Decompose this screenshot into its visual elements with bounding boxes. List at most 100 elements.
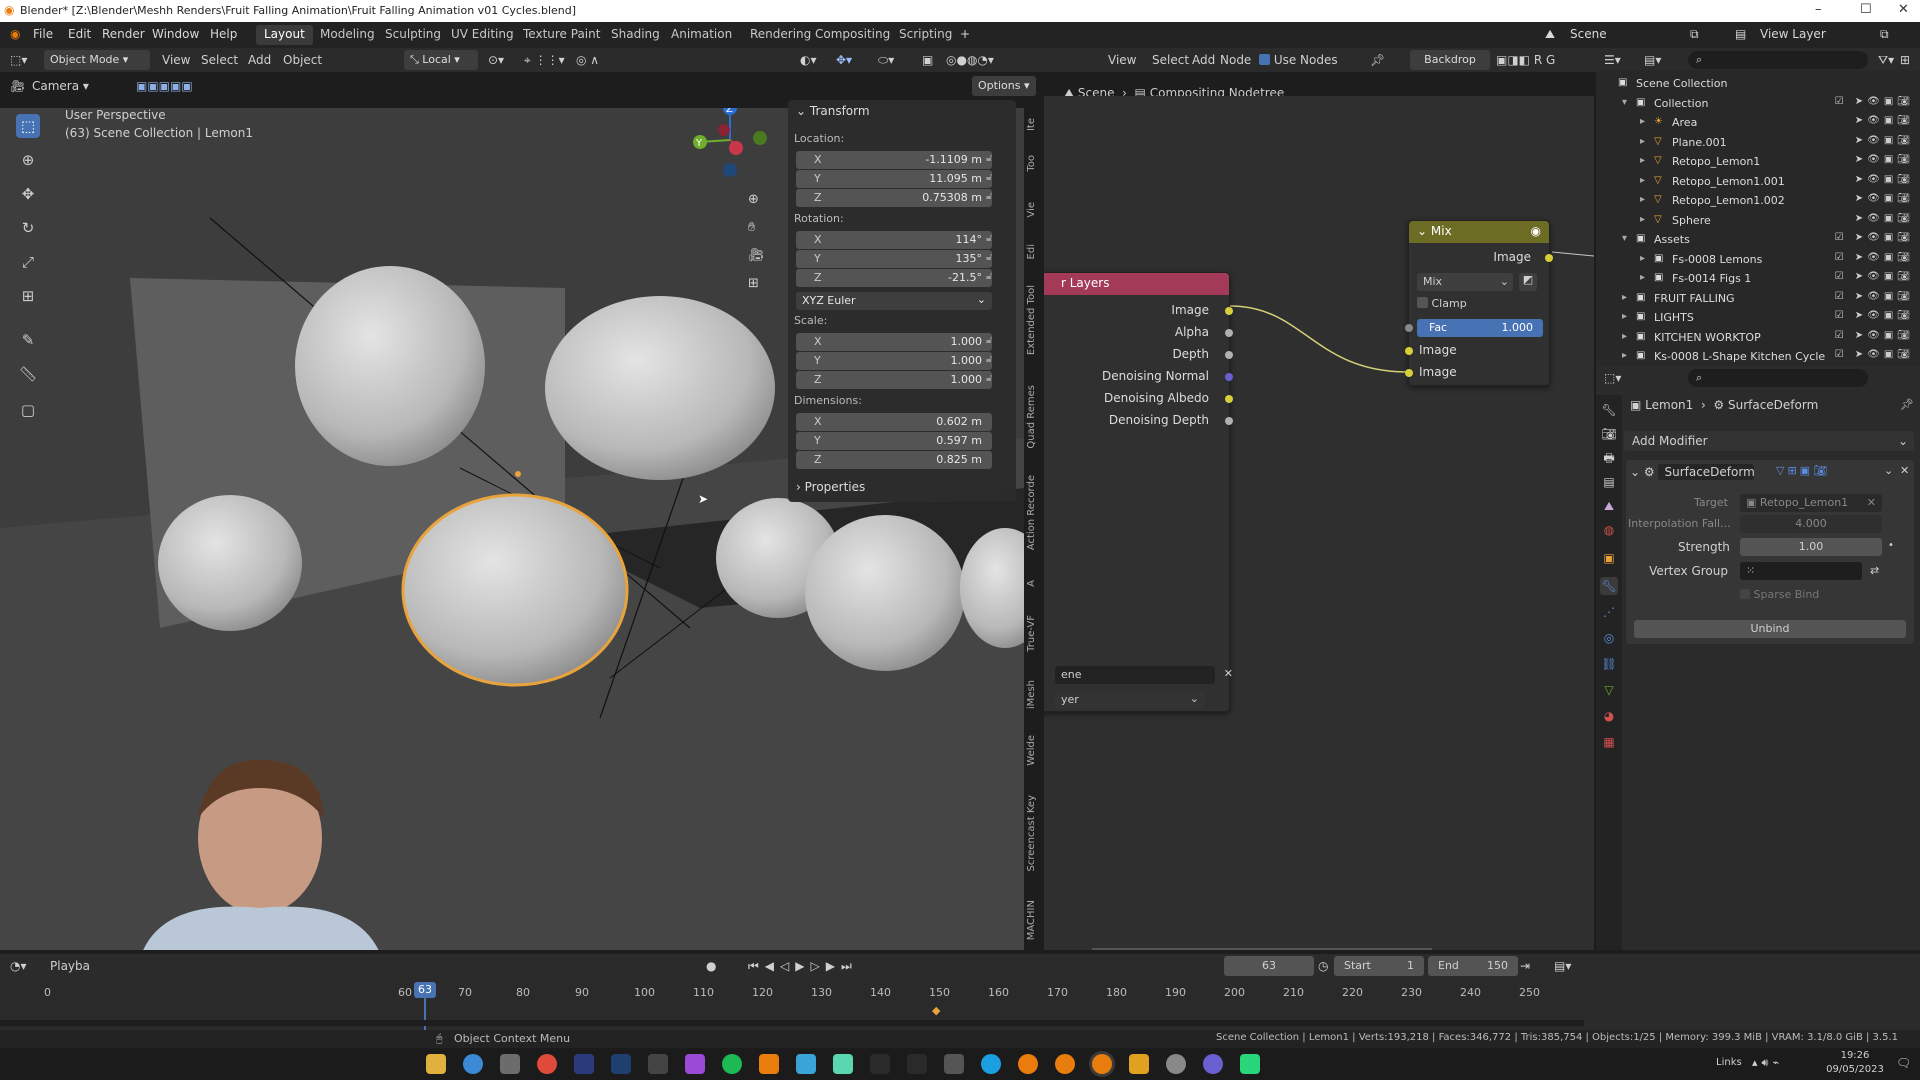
outliner-row[interactable]: ▸ ▽ Sphere ➤👁︎▣📷︎	[1596, 211, 1920, 230]
timeline-options-icon[interactable]: ▤▾	[1554, 959, 1571, 973]
tab-compositing[interactable]: Compositing	[807, 25, 898, 45]
disclosure-chevron-icon[interactable]: ▸	[1640, 175, 1645, 186]
notification-icon[interactable]: 🗨︎	[1896, 1056, 1911, 1070]
outliner-editor-icon[interactable]: ☰▾	[1604, 53, 1621, 67]
rotate-icon[interactable]: ↻	[16, 216, 40, 240]
blender-menu-icon[interactable]: ◉	[10, 27, 20, 41]
app-icon[interactable]	[833, 1054, 853, 1074]
tab-scripting[interactable]: Scripting	[891, 25, 960, 45]
backdrop-channel-icons[interactable]: ▣◨◧ R G	[1496, 53, 1555, 67]
tab-a[interactable]: A	[1026, 580, 1042, 587]
options-button[interactable]: Options ▾	[972, 76, 1036, 96]
clear-icon[interactable]: ✕	[1224, 667, 1233, 680]
minimize-icon[interactable]: –	[1815, 2, 1822, 17]
app-icon[interactable]	[463, 1054, 483, 1074]
visibility-toggle-icons[interactable]: ➤👁︎▣📷︎	[1855, 193, 1914, 204]
xray-icon[interactable]: ▣	[922, 53, 933, 67]
tab-animation[interactable]: Animation	[663, 25, 740, 45]
outliner-row[interactable]: ▸ ▣ Ks-0008 L-Shape Kitchen Cycle ☑ ➤👁︎▣📷︎	[1596, 347, 1920, 366]
clamp-checkbox[interactable]: Clamp	[1417, 297, 1467, 310]
particles-tab-icon[interactable]: ⋰	[1600, 603, 1618, 621]
rotation-mode-select[interactable]: XYZ Euler ⌄	[796, 292, 992, 310]
sparse-bind-checkbox[interactable]: Sparse Bind	[1740, 588, 1819, 601]
ortho-grid-icon[interactable]: ⊞	[748, 276, 759, 291]
modifier-tab-icon[interactable]: 🔧︎	[1600, 577, 1618, 595]
tab-machin[interactable]: MACHIN	[1026, 900, 1042, 940]
disclosure-chevron-icon[interactable]: ▸	[1640, 214, 1645, 225]
tab-true-vf[interactable]: True-VF	[1026, 615, 1042, 652]
outliner-search-input[interactable]: ⌕	[1688, 51, 1868, 69]
record-icon[interactable]: ●	[706, 959, 716, 973]
links-label[interactable]: Links	[1716, 1057, 1742, 1068]
camera-view-icon[interactable]: 🎥︎	[748, 248, 765, 263]
app-icon[interactable]	[759, 1054, 779, 1074]
properties-subpanel[interactable]: › Properties	[796, 480, 865, 494]
app-icon[interactable]	[685, 1054, 705, 1074]
scene-tab-icon[interactable]: ⛰	[1600, 497, 1618, 515]
disclosure-chevron-icon[interactable]: ▸	[1622, 331, 1627, 342]
menu-select[interactable]: Select	[201, 53, 238, 67]
properties-editor-icon[interactable]: ⬚▾	[1604, 371, 1621, 385]
app-icon[interactable]	[981, 1054, 1001, 1074]
physics-tab-icon[interactable]: ◎	[1600, 629, 1618, 647]
scene-name[interactable]: Scene	[1570, 27, 1607, 41]
start-frame-field[interactable]: Start 1	[1334, 956, 1424, 976]
keyframe-diamond-icon[interactable]: ◆	[932, 1004, 940, 1017]
app-icon[interactable]	[1166, 1054, 1186, 1074]
menu-help[interactable]: Help	[210, 27, 237, 41]
transform-header[interactable]: ⌄ Transform	[796, 104, 870, 118]
shading-modes-icon[interactable]: ◎●◍◔▾	[946, 53, 994, 67]
node-menu-add[interactable]: Add	[1192, 53, 1215, 67]
lock-icon[interactable]: 🔓︎	[986, 373, 992, 384]
interpolation-field[interactable]: 4.000	[1740, 515, 1882, 533]
mix-output-socket[interactable]	[1545, 254, 1553, 262]
snap-icon[interactable]: ⌖ ⋮⋮▾	[524, 53, 565, 68]
photoshop-icon[interactable]	[611, 1054, 631, 1074]
scene-field[interactable]: ene ✕	[1055, 666, 1233, 684]
selected-lemon1[interactable]	[401, 493, 629, 687]
use-nodes-toggle[interactable]: Use Nodes	[1259, 53, 1338, 67]
scale-z-field[interactable]: Z 1.000	[796, 371, 992, 389]
node-menu-select[interactable]: Select	[1152, 53, 1189, 67]
menu-add[interactable]: Add	[248, 53, 271, 67]
menu-edit[interactable]: Edit	[68, 27, 91, 41]
unbind-button[interactable]: Unbind	[1634, 620, 1906, 638]
menu-view[interactable]: View	[162, 53, 190, 67]
outliner-row[interactable]: ▸ ▽ Plane.001 ➤👁︎▣📷︎	[1596, 133, 1920, 152]
pin-icon[interactable]: 📌︎	[1900, 398, 1914, 411]
visibility-toggle-icons[interactable]: ➤👁︎▣📷︎	[1855, 213, 1914, 224]
lemon-object[interactable]	[295, 266, 485, 466]
lock-icon[interactable]: 🔓︎	[986, 271, 992, 282]
modifier-header[interactable]: ⌄ ⚙ SurfaceDeform	[1630, 464, 1755, 480]
zoom-icon[interactable]: ⊕	[748, 192, 759, 207]
rotation-z-field[interactable]: Z -21.5°	[796, 269, 992, 287]
location-z-field[interactable]: Z 0.75308 m	[796, 189, 992, 207]
strength-field[interactable]: 1.00	[1740, 538, 1882, 556]
disclosure-chevron-icon[interactable]: ▸	[1640, 272, 1645, 283]
app-icon[interactable]	[1129, 1054, 1149, 1074]
socket-denoising-albedo[interactable]	[1225, 395, 1233, 403]
outliner-row[interactable]: ▾ ▣ Collection ☑ ➤👁︎▣📷︎	[1596, 94, 1920, 113]
backdrop-button[interactable]: Backdrop	[1410, 50, 1490, 70]
add-workspace-icon[interactable]: +	[960, 27, 970, 41]
compositor-node-canvas[interactable]: r Layers Image Alpha Depth Denoising Nor…	[1044, 96, 1594, 950]
visibility-toggle-icons[interactable]: ➤👁︎▣📷︎	[1855, 115, 1914, 126]
outliner-row[interactable]: ▸ ▣ KITCHEN WORKTOP ☑ ➤👁︎▣📷︎	[1596, 328, 1920, 347]
node-menu-view[interactable]: View	[1108, 53, 1136, 67]
disclosure-chevron-icon[interactable]: ▸	[1640, 136, 1645, 147]
world-tab-icon[interactable]: ◍	[1600, 521, 1618, 539]
use-alpha-icon[interactable]: ◩	[1519, 273, 1537, 291]
app-icon[interactable]	[796, 1054, 816, 1074]
disclosure-chevron-icon[interactable]: ▸	[1640, 194, 1645, 205]
fig-half-object[interactable]	[805, 515, 965, 671]
add-modifier-button[interactable]: Add Modifier ⌄	[1624, 431, 1914, 451]
system-tray-icons[interactable]: ▴🔊︎⌁	[1752, 1056, 1783, 1070]
properties-search-input[interactable]: ⌕	[1688, 369, 1868, 387]
cursor-icon[interactable]: ⊕	[16, 148, 40, 172]
outliner-row[interactable]: ▸ ☀ Area ➤👁︎▣📷︎	[1596, 113, 1920, 132]
blender-icon[interactable]	[1055, 1054, 1075, 1074]
fig-object[interactable]	[158, 495, 302, 631]
visibility-icon[interactable]: ◐▾	[800, 53, 817, 67]
clock-icon[interactable]: ◷	[1318, 959, 1328, 973]
lock-icon[interactable]: 🔓︎	[986, 335, 992, 346]
